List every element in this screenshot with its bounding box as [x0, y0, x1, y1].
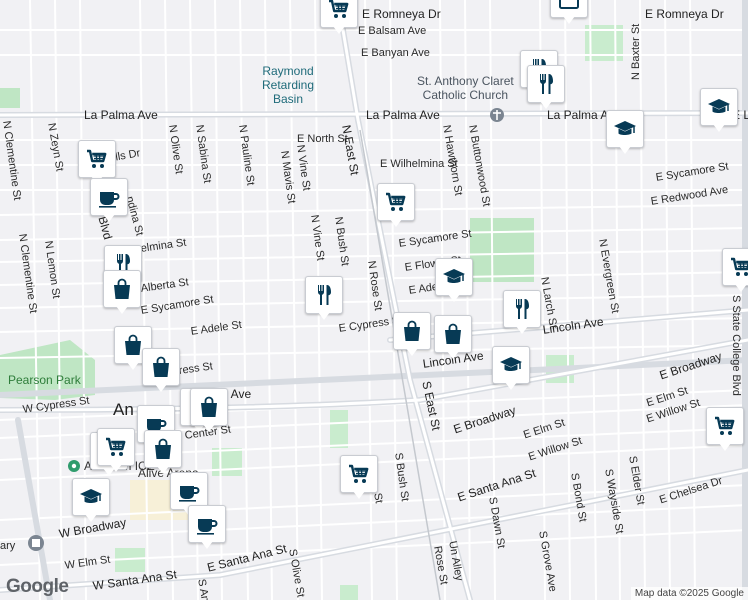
street-label: S State College Blvd [730, 295, 742, 396]
school-marker[interactable] [72, 478, 110, 524]
cup-icon [99, 192, 120, 208]
cart-marker[interactable] [97, 428, 135, 474]
calendar-icon [559, 0, 579, 9]
fork-icon [516, 299, 529, 319]
cart-marker[interactable] [722, 248, 748, 294]
school-icon [708, 99, 730, 113]
bag-icon [153, 356, 169, 377]
poi-label-church[interactable]: St. Anthony Claret Catholic Church [417, 74, 514, 102]
school-marker[interactable] [435, 258, 473, 304]
cart-icon [386, 192, 406, 211]
street-label: E Romneya Dr [362, 7, 441, 21]
fork-icon [540, 74, 553, 94]
school-icon [80, 489, 102, 503]
street-label: E Balsam Ave [358, 25, 427, 37]
cup-marker[interactable] [188, 505, 226, 551]
school-marker[interactable] [700, 88, 738, 134]
fork-marker[interactable] [527, 65, 565, 111]
bag-icon [155, 438, 171, 459]
google-logo: Google [6, 576, 69, 597]
bag-icon [114, 278, 130, 299]
cart-marker[interactable] [377, 183, 415, 229]
cart-marker[interactable] [340, 455, 378, 501]
school-marker[interactable] [492, 346, 530, 392]
fork-marker[interactable] [503, 290, 541, 336]
map-view[interactable]: E Romneya Dr E Romneya Dr E Balsam Ave E… [0, 0, 748, 600]
cart-icon [329, 0, 349, 18]
fork-marker[interactable] [305, 276, 343, 322]
street-label: An [113, 400, 134, 419]
school-icon [443, 269, 465, 283]
bag-marker[interactable] [103, 270, 141, 316]
bag-marker[interactable] [393, 312, 431, 358]
poi-label-pearson-park[interactable]: Pearson Park [8, 374, 81, 386]
fork-icon [318, 285, 331, 305]
street-label: La Palma Ave [84, 108, 158, 122]
bag-marker[interactable] [190, 388, 228, 434]
cart-marker[interactable] [320, 0, 358, 36]
bag-icon [445, 323, 461, 344]
street-label: E Romneya Dr [645, 7, 724, 21]
street-label: ary [0, 540, 16, 552]
bag-marker[interactable] [434, 315, 472, 361]
cup-marker[interactable] [90, 178, 128, 224]
street-label: E Banyan Ave [361, 47, 430, 59]
bag-marker[interactable] [142, 348, 180, 394]
school-icon [614, 121, 636, 135]
cup-icon [179, 486, 200, 502]
cart-icon [87, 149, 107, 168]
street-label: La Palma Ave [366, 108, 440, 122]
school-marker[interactable] [606, 110, 644, 156]
cart-icon [731, 257, 748, 276]
cart-icon [349, 464, 369, 483]
school-icon [500, 357, 522, 371]
cart-icon [106, 437, 126, 456]
map-attribution: Map data ©2025 Google [630, 587, 748, 600]
poi-label-raymond-basin[interactable]: Raymond Retarding Basin [262, 64, 314, 106]
cart-marker[interactable] [706, 407, 744, 453]
bag-icon [404, 320, 420, 341]
cup-icon [197, 519, 218, 535]
street-label: N Baxter St [630, 23, 642, 80]
calendar-marker[interactable] [550, 0, 588, 26]
bag-icon [201, 396, 217, 417]
bag-marker[interactable] [144, 430, 182, 476]
cart-icon [715, 416, 735, 435]
